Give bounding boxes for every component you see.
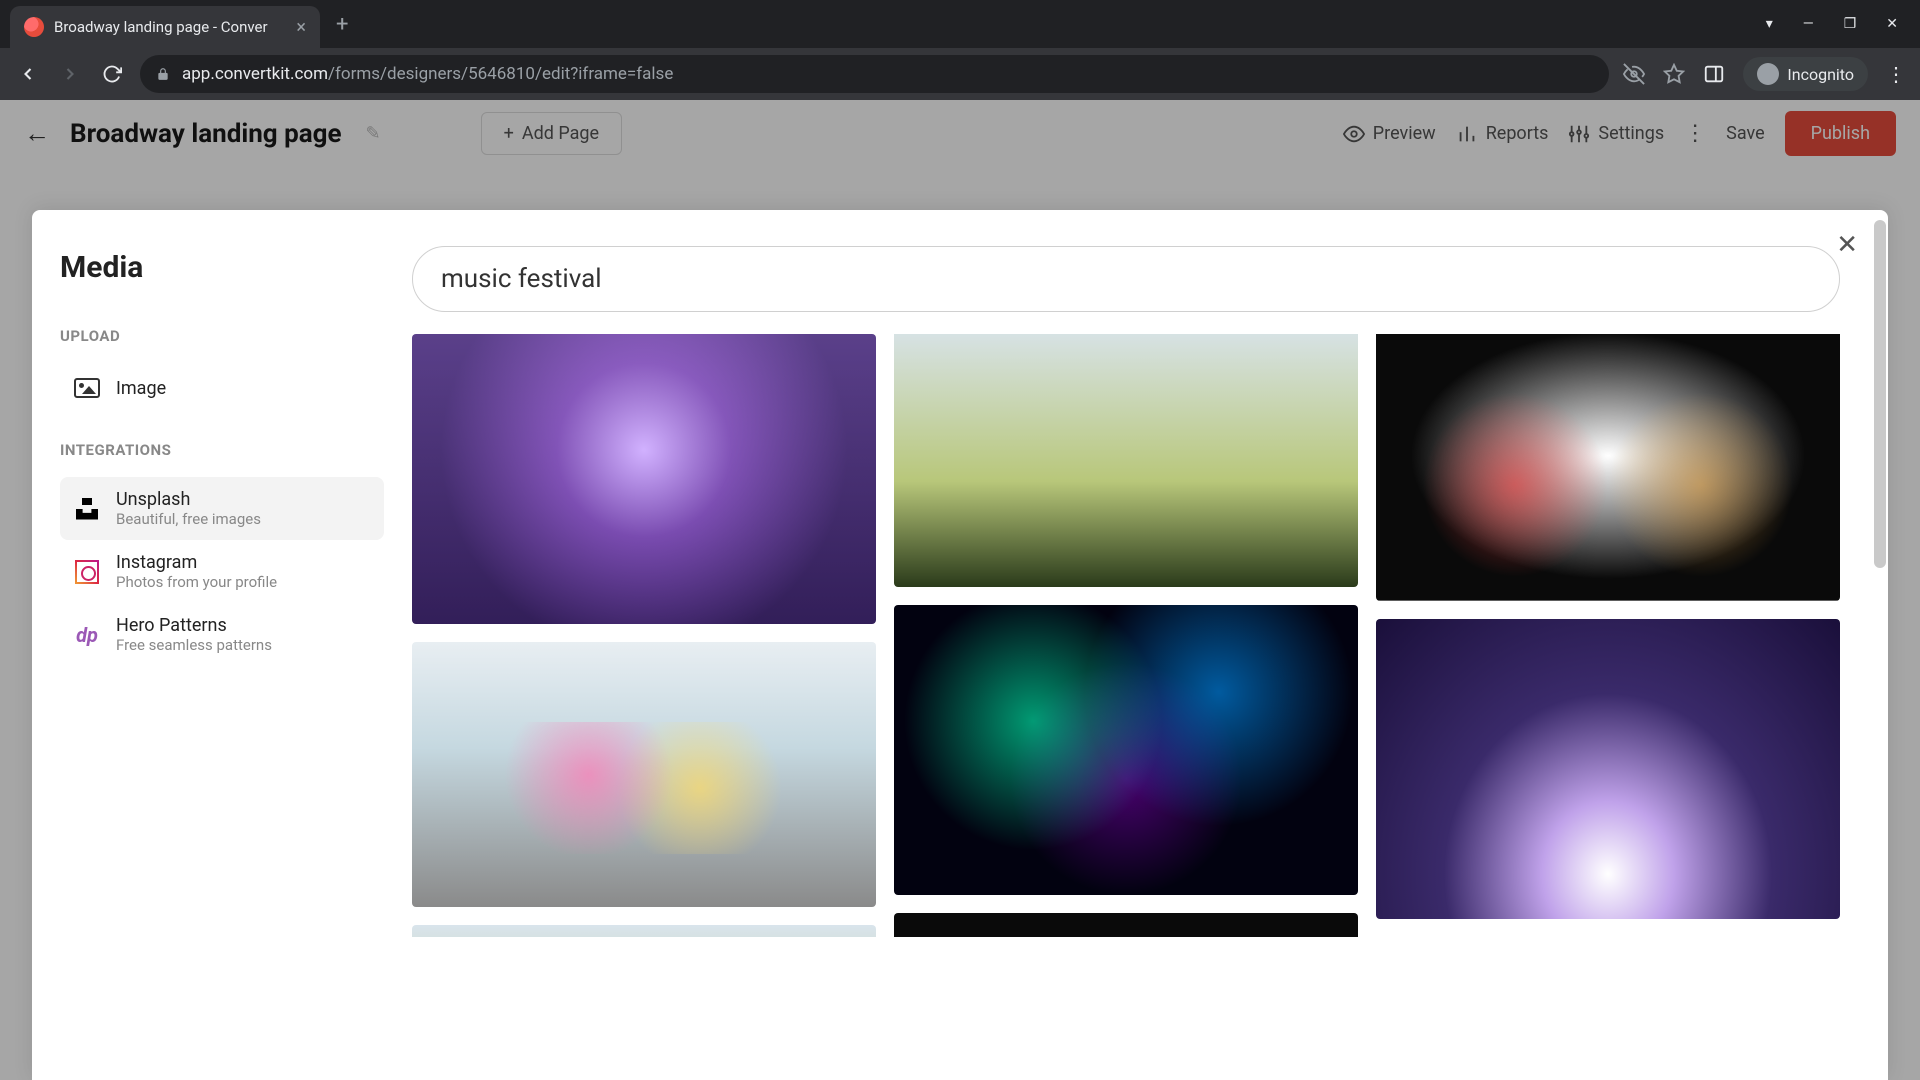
- image-icon: [74, 378, 100, 398]
- chevron-down-icon[interactable]: ▾: [1766, 16, 1773, 32]
- incognito-label: Incognito: [1787, 65, 1854, 84]
- upload-image-option[interactable]: Image: [60, 363, 384, 413]
- incognito-badge[interactable]: Incognito: [1743, 57, 1868, 91]
- result-image[interactable]: [412, 334, 876, 624]
- scrollbar[interactable]: [1874, 220, 1886, 568]
- lock-icon: [156, 66, 170, 82]
- instagram-icon: [75, 560, 99, 584]
- result-image[interactable]: [894, 605, 1358, 895]
- tab-title: Broadway landing page - Conver: [54, 18, 286, 36]
- modal-title: Media: [60, 250, 384, 285]
- media-modal: Media UPLOAD Image INTEGRATIONS Unsplash…: [32, 210, 1888, 1080]
- maximize-icon[interactable]: ❐: [1844, 16, 1857, 32]
- tab-close-icon[interactable]: ×: [296, 17, 306, 38]
- address-bar[interactable]: app.convertkit.com/forms/designers/56468…: [140, 55, 1609, 93]
- integration-instagram[interactable]: Instagram Photos from your profile: [60, 540, 384, 603]
- star-icon[interactable]: [1663, 63, 1685, 85]
- unsplash-icon: [76, 498, 98, 520]
- browser-tab[interactable]: Broadway landing page - Conver ×: [10, 6, 320, 48]
- reload-button[interactable]: [98, 60, 126, 88]
- eye-off-icon[interactable]: [1623, 63, 1645, 85]
- favicon-icon: [24, 17, 44, 37]
- minimize-icon[interactable]: ―: [1803, 16, 1814, 32]
- close-modal-button[interactable]: ✕: [1836, 230, 1858, 260]
- integration-hero-patterns[interactable]: dp Hero Patterns Free seamless patterns: [60, 603, 384, 666]
- panel-icon[interactable]: [1703, 63, 1725, 85]
- incognito-icon: [1757, 63, 1779, 85]
- result-image[interactable]: [1376, 619, 1840, 919]
- close-window-icon[interactable]: ✕: [1886, 16, 1898, 32]
- browser-menu-icon[interactable]: ⋮: [1886, 62, 1906, 86]
- result-image[interactable]: [412, 642, 876, 907]
- hero-patterns-icon: dp: [76, 623, 98, 647]
- integrations-section-label: INTEGRATIONS: [60, 441, 384, 459]
- nav-back-button[interactable]: [14, 60, 42, 88]
- nav-forward-button[interactable]: [56, 60, 84, 88]
- integration-unsplash[interactable]: Unsplash Beautiful, free images: [60, 477, 384, 540]
- media-search-input[interactable]: [412, 246, 1840, 312]
- new-tab-button[interactable]: +: [320, 12, 364, 37]
- url-text: app.convertkit.com/forms/designers/56468…: [182, 64, 673, 84]
- image-results-grid: [412, 334, 1840, 937]
- upload-section-label: UPLOAD: [60, 327, 384, 345]
